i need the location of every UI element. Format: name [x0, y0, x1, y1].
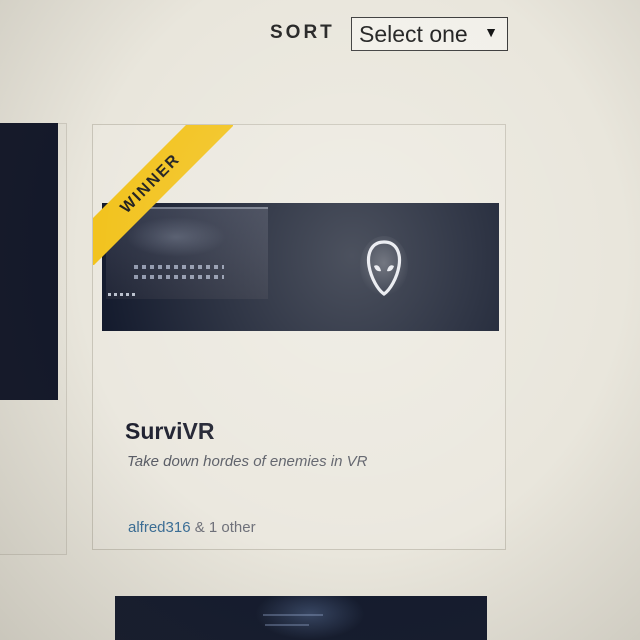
sort-label: SORT	[270, 22, 335, 43]
triangle-down-icon: ▼	[484, 24, 498, 40]
winner-badge: WINNER	[93, 125, 233, 265]
project-title[interactable]: SurviVR	[125, 418, 214, 445]
neighbor-card-bottom-thumbnail[interactable]	[115, 596, 487, 640]
sort-select[interactable]: Select one ▼	[351, 17, 508, 51]
author-link[interactable]: alfred316	[128, 519, 191, 536]
winner-ribbon: WINNER	[93, 125, 233, 265]
project-card[interactable]: WINNER SurviVR Take down hordes of enemi…	[92, 124, 506, 550]
sort-select-value: Select one	[359, 20, 468, 47]
other-authors-text: & 1 other	[194, 519, 256, 536]
neighbor-card-left-thumbnail	[0, 123, 58, 400]
project-tagline: Take down hordes of enemies in VR	[127, 453, 368, 470]
project-authors: alfred316 & 1 other	[128, 519, 256, 536]
alien-head-logo-icon	[360, 236, 408, 296]
